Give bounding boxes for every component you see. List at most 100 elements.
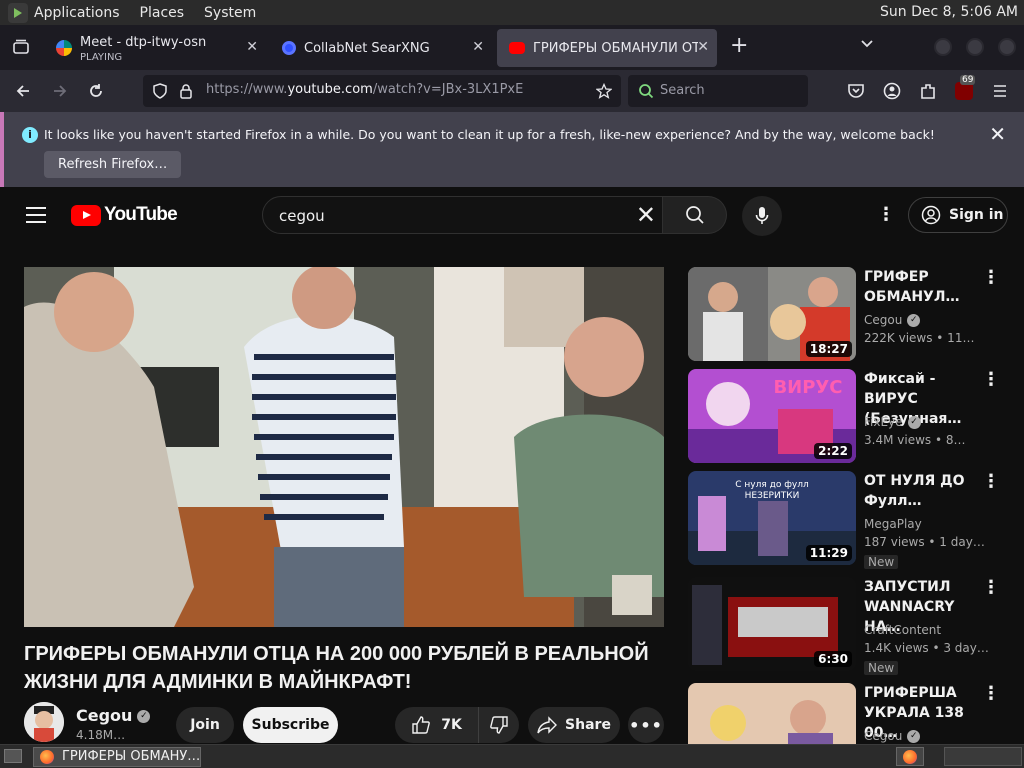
like-button[interactable]: 7K [395,707,479,743]
thumbs-down-icon [490,716,508,734]
recommendation-title: ОТ НУЛЯ ДО Фулл… [864,473,965,509]
recommendation-channel[interactable]: MegaPlay [864,517,922,531]
video-thumbnail[interactable] [688,683,856,744]
sign-in-button[interactable]: Sign in [908,197,1008,233]
video-thumbnail[interactable]: 18:27 [688,267,856,361]
recommendation-channel[interactable]: Cegou ✓ [864,729,921,743]
tab-list-button[interactable] [2,28,40,66]
recommendation-channel[interactable]: CraftContent [864,623,941,637]
duration: 2:22 [814,443,852,459]
extensions-icon[interactable] [919,82,937,100]
taskbar: ГРИФЕРЫ ОБМАНУ… [0,744,1024,768]
workspace-switcher[interactable] [944,747,1022,766]
show-desktop-button[interactable] [4,749,22,763]
back-button[interactable] [10,78,36,104]
tab-youtube[interactable]: ГРИФЕРЫ ОБМАНУЛИ ОТ ✕ [497,29,717,67]
recommendation-menu-icon[interactable]: ⋮ [982,685,1000,703]
recommendation-channel[interactable]: FixEye ✓ [864,415,921,429]
search-bar[interactable]: Search [628,75,808,107]
thumbnail-virus-text: ВИРУС [773,377,842,398]
recommendation-menu-icon[interactable]: ⋮ [982,371,1000,389]
search-query: cegou [279,207,325,225]
more-actions-button[interactable]: ••• [628,707,664,743]
pocket-icon[interactable] [847,82,865,100]
recommendation-item[interactable]: ГРИФЕРША УКРАЛА 138 00… Cegou ✓ ⋮ [688,683,1008,744]
maximize-button[interactable] [966,38,984,56]
thumbs-up-icon [412,716,431,734]
menu-system[interactable]: System [204,5,256,21]
microphone-icon [755,207,769,224]
reload-icon [90,84,102,97]
youtube-search-input[interactable]: cegou ✕ [262,196,663,234]
tab-searxng-title: CollabNet SearXNG [304,40,430,56]
youtube-logo[interactable]: YouTube [71,204,178,226]
forward-arrow-icon [54,85,67,97]
refresh-firefox-button[interactable]: Refresh Firefox… [44,151,182,178]
taskbar-window-title: ГРИФЕРЫ ОБМАНУ… [62,749,201,764]
bookmark-star-icon[interactable] [596,83,612,99]
tab-close-icon[interactable]: ✕ [697,39,709,55]
tab-list-icon [13,39,29,54]
verified-check-icon: ✓ [907,730,921,743]
youtube-search-button[interactable] [663,196,727,234]
clock[interactable]: Sun Dec 8, 5:06 AM [880,4,1018,20]
notification-close-icon[interactable]: ✕ [989,122,1006,146]
account-icon[interactable] [883,82,901,100]
channel-row: Cegou ✓ 4.18M… Join Subscribe 7K Share ••… [24,702,664,743]
lock-icon[interactable] [179,83,193,99]
recommendation-item[interactable]: 18:27 ГРИФЕР ОБМАНУЛ… Cegou ✓ 222K views … [688,267,1008,363]
clear-search-icon[interactable]: ✕ [636,202,656,228]
forward-button[interactable] [47,78,73,104]
tab-meet[interactable]: Meet - dtp-itwy-osn PLAYING ✕ [44,29,266,67]
video-thumbnail[interactable]: 6:30 [688,577,856,671]
thumbnail-line2-text: НЕЗЕРИТКИ [745,491,800,501]
minimize-button[interactable] [934,38,952,56]
new-tab-button[interactable]: + [730,33,748,58]
share-button[interactable]: Share [528,707,620,743]
hamburger-menu-icon[interactable] [992,83,1008,99]
voice-search-button[interactable] [742,196,782,236]
youtube-menu-icon[interactable] [26,207,46,223]
subscribe-button[interactable]: Subscribe [243,707,338,743]
reload-button[interactable] [83,78,109,104]
recommendation-channel[interactable]: Cegou ✓ [864,313,921,327]
recommendation-menu-icon[interactable]: ⋮ [982,473,1000,491]
system-logo-icon[interactable] [8,2,28,23]
recommendation-meta: 187 views • 1 day… [864,535,985,549]
video-thumbnail[interactable]: ВИРУС 2:22 [688,369,856,463]
tab-close-icon[interactable]: ✕ [246,39,258,55]
like-count: 7K [441,717,462,733]
recommendation-menu-icon[interactable]: ⋮ [982,579,1000,597]
search-icon [685,206,704,224]
taskbar-window-button[interactable]: ГРИФЕРЫ ОБМАНУ… [33,747,201,767]
tab-close-icon[interactable]: ✕ [472,39,484,55]
tracking-shield-icon[interactable] [152,83,168,99]
settings-more-icon[interactable]: ⋮ [877,206,895,224]
refresh-firefox-notification: i It looks like you haven't started Fire… [0,112,1024,187]
channel-avatar[interactable] [24,702,64,742]
navigation-toolbar: https://www.youtube.com/watch?v=JBx-3LX1… [0,70,1024,112]
channel-name[interactable]: Cegou ✓ [76,706,151,725]
video-player[interactable] [24,267,664,627]
menu-places[interactable]: Places [140,5,185,21]
close-window-button[interactable] [998,38,1016,56]
duration: 11:29 [805,545,852,561]
new-badge: New [864,661,899,675]
recommendation-item[interactable]: С нуля до фулл НЕЗЕРИТКИ 11:29 ОТ НУЛЯ ДО… [688,471,1008,569]
tab-searxng[interactable]: CollabNet SearXNG ✕ [270,29,492,67]
tab-overflow-chevron-icon[interactable] [860,35,874,54]
search-placeholder: Search [660,83,705,98]
url-bar[interactable]: https://www.youtube.com/watch?v=JBx-3LX1… [143,75,621,107]
menu-applications[interactable]: Applications [34,5,120,21]
dislike-button[interactable] [479,707,519,743]
user-circle-icon [921,205,941,225]
duration: 6:30 [814,651,852,667]
recommendation-menu-icon[interactable]: ⋮ [982,269,1000,287]
recommendation-item[interactable]: 6:30 ЗАПУСТИЛ WANNACRY НА… CraftContent … [688,577,1008,675]
url-text[interactable]: https://www.youtube.com/watch?v=JBx-3LX1… [206,82,523,97]
subscriber-count: 4.18M… [76,728,126,742]
video-thumbnail[interactable]: С нуля до фулл НЕЗЕРИТКИ 11:29 [688,471,856,565]
recommendation-item[interactable]: ВИРУС 2:22 Фиксай - ВИРУС (Безумная… Fix… [688,369,1008,465]
tray-firefox-icon[interactable] [896,747,924,766]
join-button[interactable]: Join [176,707,234,743]
